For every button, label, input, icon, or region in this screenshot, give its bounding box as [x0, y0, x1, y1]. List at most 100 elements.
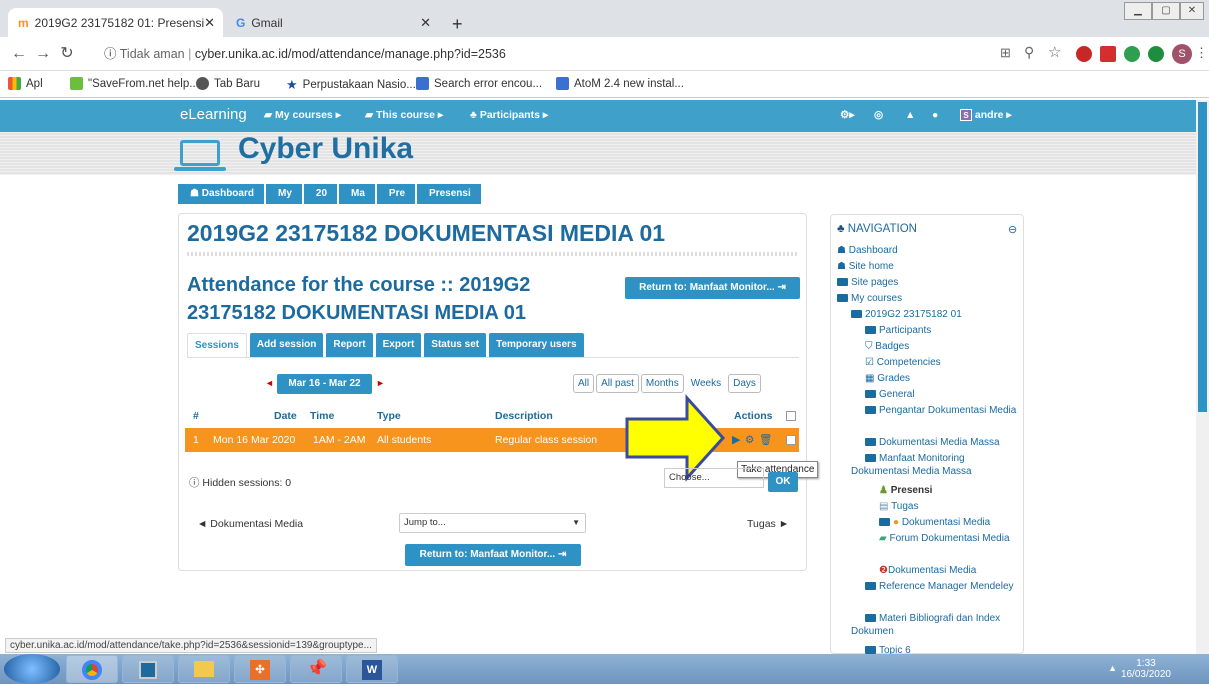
crumb-20[interactable]: 20	[303, 184, 338, 204]
collapse-icon[interactable]: ⊖	[1008, 223, 1017, 236]
close-tab-icon[interactable]: ✕	[420, 15, 431, 31]
scrollbar-thumb[interactable]	[1198, 102, 1207, 412]
jump-to-select[interactable]: Jump to... ▼	[399, 513, 586, 533]
view-weeks[interactable]: Weeks	[685, 374, 727, 393]
crumb-dashboard[interactable]: ☗ Dashboard	[178, 184, 264, 204]
date-range-button[interactable]: Mar 16 - Mar 22	[277, 374, 372, 394]
menu-icon[interactable]: ⋮	[1195, 45, 1208, 61]
chat-icon[interactable]: ●	[932, 109, 938, 121]
nav-dashboard[interactable]: ☗ Dashboard	[837, 244, 898, 257]
view-days[interactable]: Days	[728, 374, 761, 393]
site-name[interactable]: Cyber Unika	[238, 132, 413, 166]
menu-this-course[interactable]: ▰ This course ▸	[365, 109, 443, 121]
extension-icon[interactable]	[1124, 46, 1140, 62]
nav-pengantar[interactable]: Pengantar Dokumentasi Media	[851, 404, 1021, 417]
help-icon[interactable]: ◎	[874, 109, 883, 121]
nav-dok-media-1[interactable]: ● Dokumentasi Media	[879, 516, 990, 529]
ok-button[interactable]: OK	[768, 472, 798, 492]
crumb-ma[interactable]: Ma	[339, 184, 375, 204]
next-week-icon[interactable]: ►	[376, 378, 385, 388]
crumb-pre[interactable]: Pre	[376, 184, 416, 204]
menu-participants[interactable]: ♣ Participants ▸	[470, 109, 548, 121]
nav-dok-media-2[interactable]: ❷Dokumentasi Media	[879, 564, 976, 577]
view-all[interactable]: All	[573, 374, 595, 393]
return-button-bottom[interactable]: Return to: Manfaat Monitor... ⇥	[405, 544, 581, 566]
nav-course[interactable]: 2019G2 23175182 01	[851, 308, 962, 321]
prev-activity-link[interactable]: ◄ Dokumentasi Media	[197, 518, 303, 530]
nav-my-courses[interactable]: My courses	[837, 292, 902, 305]
close-window-button[interactable]: ✕	[1180, 2, 1204, 20]
new-tab-button[interactable]: +	[452, 14, 463, 35]
view-months[interactable]: Months	[640, 374, 684, 393]
bookmark-apps[interactable]: Apl	[8, 77, 43, 90]
start-button[interactable]	[4, 654, 60, 684]
nav-participants[interactable]: Participants	[865, 324, 931, 337]
next-activity-link[interactable]: Tugas ►	[747, 518, 789, 530]
nav-manfaat-monitoring[interactable]: Manfaat Monitoring Dokumentasi Media Mas…	[851, 452, 1021, 478]
tab-add-session[interactable]: Add session	[249, 333, 324, 357]
nav-materi-bibliografi[interactable]: Materi Bibliografi dan Index Dokumen	[851, 612, 1021, 638]
tray-arrow-icon[interactable]: ▲	[1108, 663, 1117, 673]
view-all-past[interactable]: All past	[596, 374, 639, 393]
menu-my-courses[interactable]: ▰ My courses ▸	[264, 109, 341, 121]
tab-temporary-users[interactable]: Temporary users	[489, 333, 584, 357]
maximize-button[interactable]: ▢	[1152, 2, 1180, 20]
tab-presensi[interactable]: m 2019G2 23175182 01: Presensi ✕	[8, 8, 223, 37]
trash-icon[interactable]: 🗑	[759, 428, 772, 452]
user-menu[interactable]: S andre ▸	[960, 109, 1012, 121]
nav-dok-media-massa[interactable]: Dokumentasi Media Massa	[865, 436, 1000, 449]
bulk-action-select[interactable]: Choose...	[664, 468, 764, 488]
nav-competencies[interactable]: ☑ Competencies	[865, 356, 941, 369]
select-all-checkbox[interactable]	[786, 411, 796, 421]
row-checkbox[interactable]	[786, 435, 796, 445]
forward-icon[interactable]: →	[32, 43, 54, 65]
bookmark-tab-baru[interactable]: Tab Baru	[196, 77, 260, 90]
clock[interactable]: 1:33 16/03/2020	[1121, 658, 1171, 680]
profile-avatar[interactable]: S	[1172, 44, 1192, 64]
url-input[interactable]: ⓘ Tidak aman | cyber.unika.ac.id/mod/att…	[104, 41, 1104, 67]
explorer-icon[interactable]	[178, 655, 230, 683]
return-button[interactable]: Return to: Manfaat Monitor... ⇥	[625, 277, 800, 299]
chrome-taskbar-icon[interactable]	[66, 655, 118, 683]
settings-icon[interactable]: ⚙▸	[840, 109, 855, 121]
brand-link[interactable]: eLearning	[180, 106, 247, 123]
prev-week-icon[interactable]: ◄	[265, 378, 274, 388]
translate-icon[interactable]: ⊞	[1000, 45, 1011, 61]
nav-general[interactable]: General	[865, 388, 915, 401]
nav-site-pages[interactable]: Site pages	[837, 276, 898, 289]
tab-status-set[interactable]: Status set	[424, 333, 487, 357]
tab-export[interactable]: Export	[375, 333, 422, 357]
extension-icon[interactable]	[1100, 46, 1116, 62]
take-attendance-icon[interactable]: ▶	[732, 428, 740, 452]
crumb-my[interactable]: My	[265, 184, 302, 204]
bookmark-atom[interactable]: AtoM 2.4 new instal...	[556, 77, 684, 90]
word-icon[interactable]: W	[346, 655, 398, 683]
crumb-presensi[interactable]: Presensi	[417, 184, 481, 204]
tab-sessions[interactable]: Sessions	[187, 333, 247, 357]
nav-tugas[interactable]: ▤ Tugas	[879, 500, 918, 513]
nav-presensi[interactable]: ♟ Presensi	[879, 484, 932, 497]
nav-reference-manager[interactable]: Reference Manager Mendeley	[851, 580, 1021, 593]
tab-gmail[interactable]: G Gmail ✕	[226, 8, 441, 37]
pin-icon[interactable]: 📌	[290, 655, 342, 683]
nav-forum[interactable]: ▰ Forum Dokumentasi Media	[865, 532, 1021, 545]
xampp-icon[interactable]: ✣	[234, 655, 286, 683]
extension-icon[interactable]	[1076, 46, 1092, 62]
back-icon[interactable]: ←	[8, 43, 30, 65]
nav-site-home[interactable]: ☗ Site home	[837, 260, 894, 273]
nav-badges[interactable]: ⛉ Badges	[865, 340, 909, 353]
reload-icon[interactable]: ↻	[56, 43, 78, 65]
help-icon[interactable]: ⓘ	[189, 477, 200, 489]
tab-report[interactable]: Report	[326, 333, 373, 357]
bookmark-savefrom[interactable]: "SaveFrom.net help...	[70, 77, 199, 90]
minimize-button[interactable]: ▁	[1124, 2, 1152, 20]
gear-icon[interactable]: ⚙	[745, 428, 754, 452]
media-player-icon[interactable]	[122, 655, 174, 683]
info-icon[interactable]: ⓘ	[104, 47, 117, 61]
bookmark-search-error[interactable]: Search error encou...	[416, 77, 542, 90]
bookmark-perpustakaan[interactable]: ★ Perpustakaan Nasio...	[286, 77, 416, 93]
extension-icon[interactable]	[1148, 46, 1164, 62]
bookmark-star-icon[interactable]: ☆	[1048, 43, 1061, 61]
close-tab-icon[interactable]: ✕	[204, 15, 215, 31]
zoom-icon[interactable]: ⚲	[1024, 44, 1034, 61]
